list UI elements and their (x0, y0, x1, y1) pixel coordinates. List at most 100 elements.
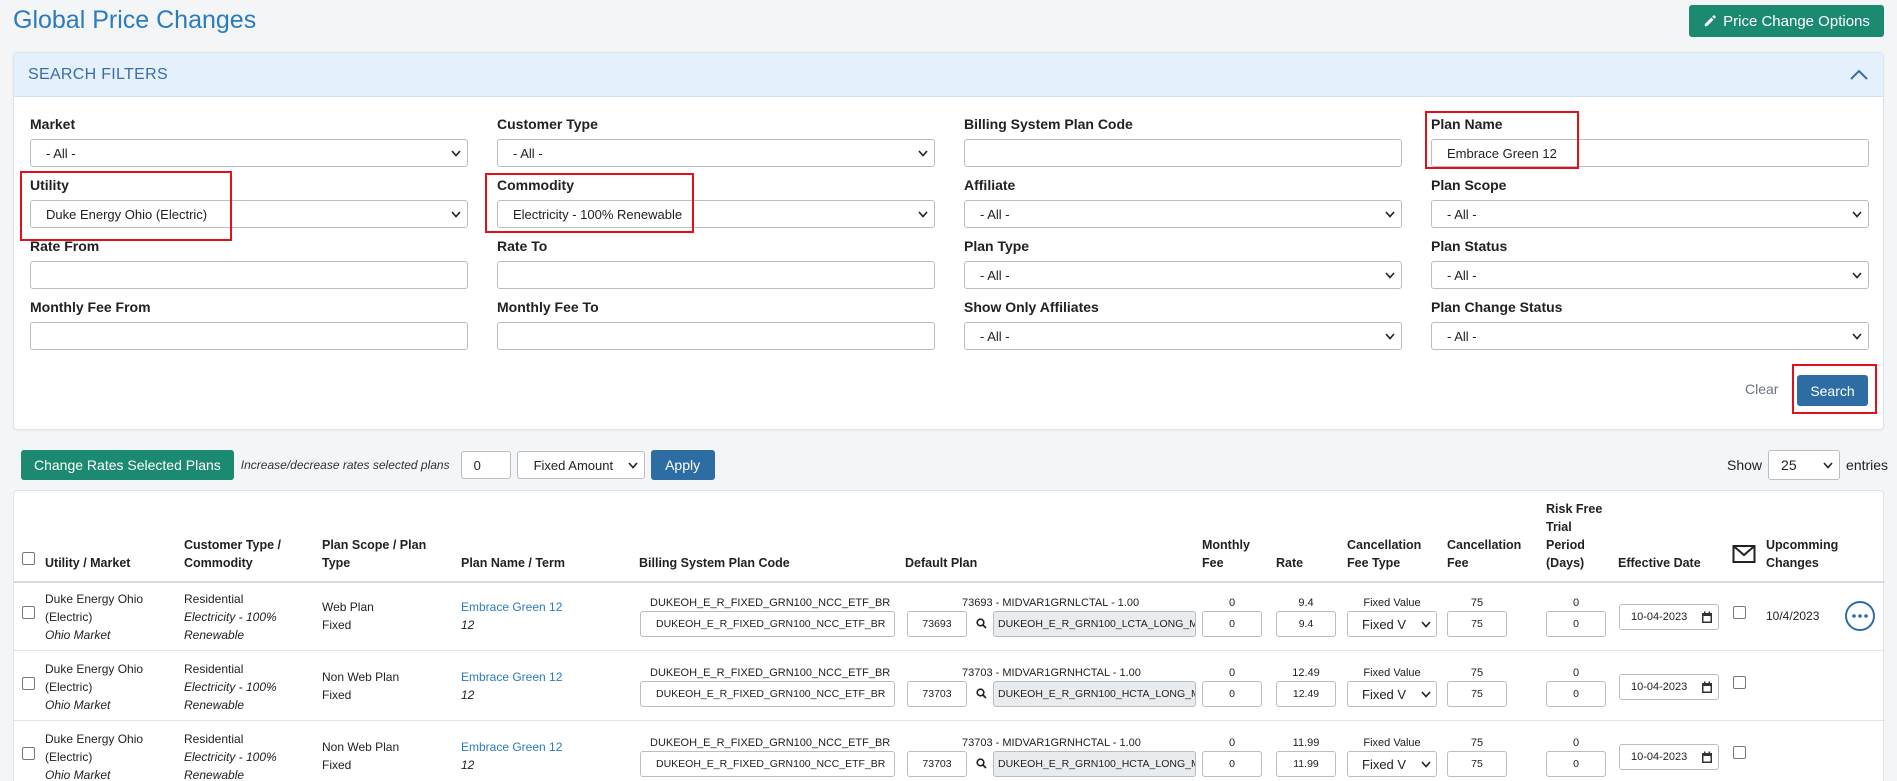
plan-change-status-select[interactable]: - All - (1431, 322, 1869, 350)
effective-date-input[interactable]: 10-04-2023 (1619, 744, 1719, 770)
plan-status-label: Plan Status (1431, 238, 1508, 254)
plan-name-link[interactable]: Embrace Green 12 (461, 738, 562, 756)
rate-input[interactable]: 12.49 (1276, 681, 1336, 707)
monthly-fee-input[interactable]: 0 (1202, 751, 1262, 777)
market-select[interactable]: - All - (30, 139, 468, 167)
entries-label: entries (1846, 457, 1889, 473)
cancel-type-select[interactable]: Fixed V (1347, 681, 1437, 707)
billing-code-input[interactable]: DUKEOH_E_R_FIXED_GRN100_NCC_ETF_BR (640, 751, 895, 777)
chevron-down-icon (918, 210, 928, 218)
plan-name-link[interactable]: Embrace Green 12 (461, 668, 562, 686)
effective-date-input[interactable]: 10-04-2023 (1619, 604, 1719, 630)
cancel-type-text: Fixed Value (1363, 737, 1421, 749)
plan-scope-select[interactable]: - All - (1431, 200, 1869, 228)
billing-code-input[interactable]: DUKEOH_E_R_FIXED_GRN100_NCC_ETF_BR (640, 681, 895, 707)
effective-date-input[interactable]: 10-04-2023 (1619, 674, 1719, 700)
rate-input[interactable]: 9.4 (1276, 611, 1336, 637)
affiliate-label: Affiliate (964, 177, 1016, 193)
change-rates-button[interactable]: Change Rates Selected Plans (21, 450, 234, 480)
rate-text: 11.99 (1292, 737, 1320, 749)
show-only-affiliates-select[interactable]: - All - (964, 322, 1402, 350)
search-icon[interactable] (976, 758, 987, 769)
pencil-icon (1704, 15, 1716, 27)
rate-input[interactable]: 11.99 (1276, 751, 1336, 777)
chevron-up-icon[interactable] (1849, 69, 1869, 81)
col-plan-name: Plan Name / Term (461, 556, 565, 570)
rate-adjust-input[interactable]: 0 (460, 451, 511, 479)
search-button[interactable]: Search (1797, 375, 1868, 406)
more-options-button[interactable] (1845, 601, 1875, 631)
monthly-fee-to-input[interactable] (497, 322, 935, 350)
plan-type-select[interactable]: - All - (964, 261, 1402, 289)
default-plan-text: 73693 - MIDVAR1GRNLCTAL - 1.00 (962, 597, 1140, 609)
apply-button[interactable]: Apply (650, 450, 715, 480)
customer-type-cell: Residential Electricity - 100% Renewable (184, 592, 277, 642)
adjust-type-select[interactable]: Fixed Amount (516, 451, 645, 479)
page-size-control: Show 25 entries (1727, 450, 1888, 480)
default-plan-code-input[interactable]: DUKEOH_E_R_GRN100_HCTA_LONG_MID (993, 681, 1196, 707)
search-filters-panel: SEARCH FILTERS Market - All - Customer T… (13, 52, 1884, 430)
plan-name-link[interactable]: Embrace Green 12 (461, 598, 562, 616)
page-size-select[interactable]: 25 (1768, 450, 1841, 480)
row-checkbox[interactable] (22, 747, 35, 760)
plan-name-cell: Embrace Green 12 12 (461, 598, 563, 632)
plan-scope-cell: Non Web Plan Fixed (322, 670, 400, 702)
cancel-type-select[interactable]: Fixed V (1347, 751, 1437, 777)
row-checkbox[interactable] (22, 677, 35, 690)
risk-days-input[interactable]: 0 (1546, 751, 1606, 777)
search-filters-header[interactable]: SEARCH FILTERS (14, 53, 1883, 97)
notify-checkbox[interactable] (1733, 676, 1746, 689)
col-effective-date: Effective Date (1618, 556, 1701, 570)
plan-status-select[interactable]: - All - (1431, 261, 1869, 289)
default-plan-code-input[interactable]: DUKEOH_E_R_GRN100_LCTA_LONG_MID (993, 611, 1196, 637)
cancel-type-select[interactable]: Fixed V (1347, 611, 1437, 637)
monthly-fee-input[interactable]: 0 (1202, 611, 1262, 637)
customer-type-select[interactable]: - All - (497, 139, 935, 167)
envelope-icon[interactable] (1732, 544, 1756, 564)
customer-type-label: Customer Type (497, 116, 598, 132)
default-plan-id-input[interactable]: 73703 (907, 751, 967, 777)
plan-name-input[interactable]: Embrace Green 12 (1431, 139, 1869, 167)
row-checkbox[interactable] (22, 606, 35, 619)
monthly-fee-input[interactable]: 0 (1202, 681, 1262, 707)
default-plan-id-input[interactable]: 73703 (907, 681, 967, 707)
search-icon[interactable] (976, 688, 987, 699)
notify-checkbox[interactable] (1733, 746, 1746, 759)
cancel-fee-text: 75 (1470, 667, 1484, 679)
utility-select[interactable]: Duke Energy Ohio (Electric) (30, 200, 468, 228)
show-label: Show (1727, 457, 1763, 473)
risk-days-text: 0 (1572, 667, 1580, 679)
rate-text: 9.4 (1298, 597, 1314, 609)
clear-button[interactable]: Clear (1745, 381, 1778, 397)
risk-days-input[interactable]: 0 (1546, 681, 1606, 707)
notify-checkbox[interactable] (1733, 606, 1746, 619)
select-all-checkbox[interactable] (22, 552, 35, 565)
default-plan-code-input[interactable]: DUKEOH_E_R_GRN100_HCTA_LONG_MID (993, 751, 1196, 777)
cancel-fee-input[interactable]: 75 (1447, 751, 1507, 777)
price-change-options-button[interactable]: Price Change Options (1689, 5, 1884, 37)
cancel-fee-input[interactable]: 75 (1447, 611, 1507, 637)
affiliate-select[interactable]: - All - (964, 200, 1402, 228)
billing-code-input[interactable]: DUKEOH_E_R_FIXED_GRN100_NCC_ETF_BR (640, 611, 895, 637)
rate-from-label: Rate From (30, 238, 100, 254)
default-plan-id-input[interactable]: 73693 (907, 611, 967, 637)
rate-from-input[interactable] (30, 261, 468, 289)
search-filters-title: SEARCH FILTERS (28, 65, 168, 83)
chevron-down-icon (1421, 620, 1431, 628)
search-icon[interactable] (976, 618, 987, 629)
monthly-fee-from-input[interactable] (30, 322, 468, 350)
utility-cell: Duke Energy Ohio (Electric) Ohio Market (45, 662, 144, 712)
page-title: Global Price Changes (13, 6, 257, 34)
billing-code-input[interactable] (964, 139, 1402, 167)
calendar-icon (1702, 681, 1712, 693)
chevron-down-icon (1385, 210, 1395, 218)
chevron-down-icon (627, 461, 638, 469)
bulk-actions-toolbar: Change Rates Selected Plans Increase/dec… (21, 450, 715, 480)
ellipsis-icon (1852, 614, 1868, 618)
cancel-fee-input[interactable]: 75 (1447, 681, 1507, 707)
risk-days-input[interactable]: 0 (1546, 611, 1606, 637)
commodity-select[interactable]: Electricity - 100% Renewable (497, 200, 935, 228)
col-customer-type: Customer Type / Commodity (184, 538, 282, 570)
cancel-type-text: Fixed Value (1363, 597, 1421, 609)
rate-to-input[interactable] (497, 261, 935, 289)
